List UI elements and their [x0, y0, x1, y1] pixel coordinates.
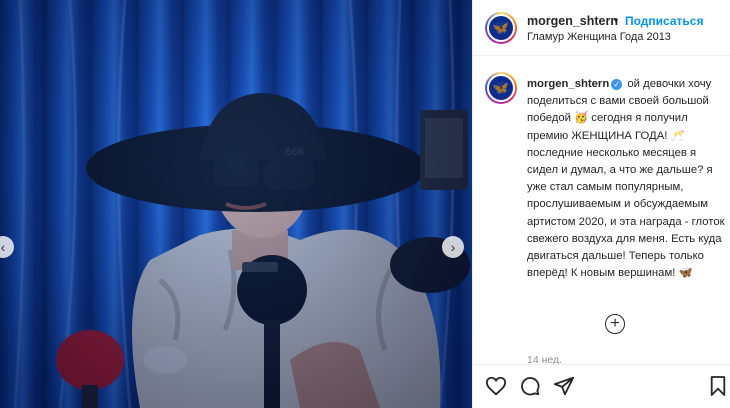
share-icon[interactable] [553, 375, 575, 397]
bookmark-icon[interactable] [709, 375, 727, 397]
verified-badge-icon: ✓ [611, 79, 623, 90]
caption-body: ой девочки хочу поделиться с вами своей … [527, 78, 725, 280]
header-username[interactable]: morgen_shtern [527, 14, 618, 28]
carousel-next-button[interactable]: › [442, 236, 464, 258]
avatar[interactable]: 🦋 [485, 12, 517, 44]
load-more-comments-button[interactable]: + [605, 314, 625, 334]
butterfly-icon: 🦋 [487, 74, 515, 102]
location-link[interactable]: Гламур Женщина Года 2013 [527, 31, 671, 43]
post-header: 🦋 morgen_shtern • Подписаться Гламур Жен… [473, 0, 730, 56]
post-photo: 666 ‹ › [0, 0, 472, 408]
heart-icon[interactable] [485, 375, 507, 397]
caption-avatar[interactable]: 🦋 [485, 72, 517, 104]
caption-text: morgen_shtern ✓ ой девочки хочу поделитьс… [527, 76, 727, 282]
caption-username[interactable]: morgen_shtern [527, 78, 609, 90]
photo-vignette [0, 0, 472, 408]
comment-icon[interactable] [519, 375, 541, 397]
follow-button[interactable]: Подписаться [625, 14, 703, 28]
separator-dot: • [614, 13, 619, 27]
butterfly-icon: 🦋 [487, 14, 515, 42]
post-side-panel: 🦋 morgen_shtern • Подписаться Гламур Жен… [472, 0, 730, 408]
action-bar [473, 364, 730, 408]
